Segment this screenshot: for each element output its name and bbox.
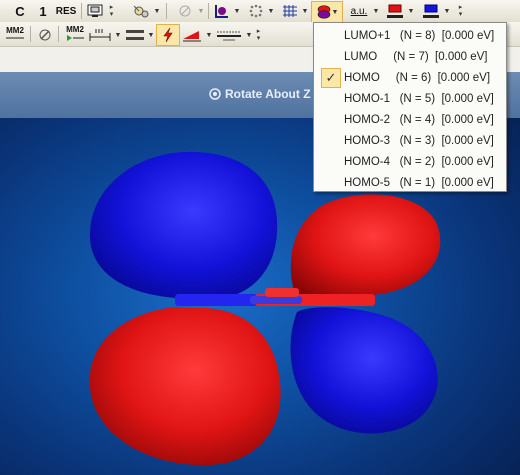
ruler-icon[interactable] — [88, 26, 112, 44]
atom-color-icon[interactable] — [130, 2, 152, 20]
lightning-button[interactable] — [156, 24, 180, 46]
bond-order-icon[interactable] — [124, 26, 146, 44]
menu-item-label: HOMO-4 (N = 2) [0.000 eV] — [344, 155, 494, 168]
main-toolbar: C 1 RES ▸ ▾ ▼ ▼ ▼ ▼ ▼ ▼ a.u. ▼ ▼ ▼ ▸ ▾ — [0, 0, 520, 23]
dropdown-arrow-icon[interactable]: ▼ — [233, 2, 241, 20]
menu-item-homo-5[interactable]: HOMO-5 (N = 1) [0.000 eV] — [314, 172, 506, 193]
rotate-label: Rotate About Z — [225, 87, 311, 101]
gradient-ramp-icon[interactable] — [181, 26, 203, 44]
mm2-run-label: MM2 — [66, 25, 84, 34]
orbital-icon — [317, 5, 330, 19]
dropdown-arrow-icon[interactable]: ▼ — [372, 2, 380, 20]
separator — [58, 26, 59, 42]
orbital-lobe-negative — [89, 151, 278, 300]
orbital-lobe-positive — [89, 307, 281, 466]
dropdown-arrow-icon[interactable]: ▼ — [205, 26, 213, 44]
menu-item-homo-2[interactable]: HOMO-2 (N = 4) [0.000 eV] — [314, 109, 506, 130]
rotate-about-z-handle[interactable]: Rotate About Z — [208, 87, 311, 101]
menu-item-lumo[interactable]: LUMO (N = 7) [0.000 eV] — [314, 46, 506, 67]
dropdown-arrow-icon[interactable]: ▼ — [443, 2, 451, 20]
dropdown-arrow-icon[interactable]: ▼ — [407, 2, 415, 20]
dropdown-arrow-icon: ▼ — [331, 8, 339, 16]
menu-item-label: HOMO-1 (N = 5) [0.000 eV] — [344, 92, 494, 105]
menu-item-label: LUMO+1 (N = 8) [0.000 eV] — [344, 29, 495, 42]
menu-item-label: LUMO (N = 7) [0.000 eV] — [344, 50, 488, 63]
orbital-lobe-positive — [290, 194, 441, 299]
toolbar-overflow-chevron-icon[interactable]: ▸ ▾ — [255, 28, 262, 43]
checkmark-icon: ✓ — [321, 68, 341, 88]
play-icon — [67, 35, 84, 41]
atom-size-icon[interactable] — [213, 2, 231, 20]
positive-color-icon[interactable] — [385, 2, 405, 20]
menu-item-label: HOMO-2 (N = 4) [0.000 eV] — [344, 113, 494, 126]
separator — [208, 3, 209, 19]
orbital-button[interactable]: ▼ — [311, 1, 343, 23]
residue-button[interactable]: RES — [56, 2, 77, 20]
carbon-label-button[interactable]: C — [12, 2, 28, 20]
no-bond-icon[interactable] — [36, 26, 54, 44]
serial-number-button[interactable]: 1 — [36, 2, 50, 20]
dropdown-arrow-icon[interactable]: ▼ — [114, 26, 122, 44]
chevron-down-icon[interactable]: ▸ ▾ — [108, 4, 115, 19]
menu-item-homo-4[interactable]: HOMO-4 (N = 2) [0.000 eV] — [314, 151, 506, 172]
bond-disabled-icon[interactable] — [176, 2, 194, 20]
dropdown-arrow-icon[interactable]: ▼ — [301, 2, 309, 20]
menu-item-lumo-plus-1[interactable]: LUMO+1 (N = 8) [0.000 eV] — [314, 25, 506, 46]
menu-item-homo-3[interactable]: HOMO-3 (N = 3) [0.000 eV] — [314, 130, 506, 151]
lightning-icon — [163, 27, 173, 43]
orbital-dropdown-menu: LUMO+1 (N = 8) [0.000 eV] LUMO (N = 7) [… — [313, 22, 507, 192]
line-style-icon[interactable] — [215, 26, 243, 44]
toolbar-overflow-chevron-icon[interactable]: ▸ ▾ — [457, 4, 464, 19]
grid-surface-icon[interactable] — [281, 2, 299, 20]
separator — [81, 3, 82, 19]
separator — [166, 3, 167, 19]
dropdown-arrow-icon[interactable]: ▼ — [147, 26, 155, 44]
menu-item-label: HOMO (N = 6) [0.000 eV] — [344, 71, 491, 84]
menu-item-homo[interactable]: ✓ HOMO (N = 6) [0.000 eV] — [314, 67, 506, 88]
menu-item-label: HOMO-3 (N = 3) [0.000 eV] — [344, 134, 494, 147]
units-button[interactable]: a.u. — [348, 2, 370, 20]
dropdown-arrow-icon[interactable]: ▼ — [245, 26, 253, 44]
orbital-lobe-negative — [290, 307, 438, 434]
dropdown-arrow-icon[interactable]: ▼ — [153, 2, 161, 20]
mm2-run-button[interactable]: MM2 — [64, 25, 86, 43]
dot-surface-icon[interactable] — [247, 2, 265, 20]
menu-item-label: HOMO-5 (N = 1) [0.000 eV] — [344, 176, 494, 189]
dropdown-arrow-icon[interactable]: ▼ — [267, 2, 275, 20]
negative-color-icon[interactable] — [421, 2, 441, 20]
dropdown-arrow-icon[interactable]: ▼ — [197, 2, 205, 20]
rotate-icon — [209, 88, 221, 100]
mm2-label: MM2 — [6, 26, 24, 35]
display-mode-icon[interactable] — [86, 2, 104, 20]
mm2-button[interactable]: MM2 — [4, 25, 26, 43]
menu-item-homo-1[interactable]: HOMO-1 (N = 5) [0.000 eV] — [314, 88, 506, 109]
separator — [30, 26, 31, 42]
